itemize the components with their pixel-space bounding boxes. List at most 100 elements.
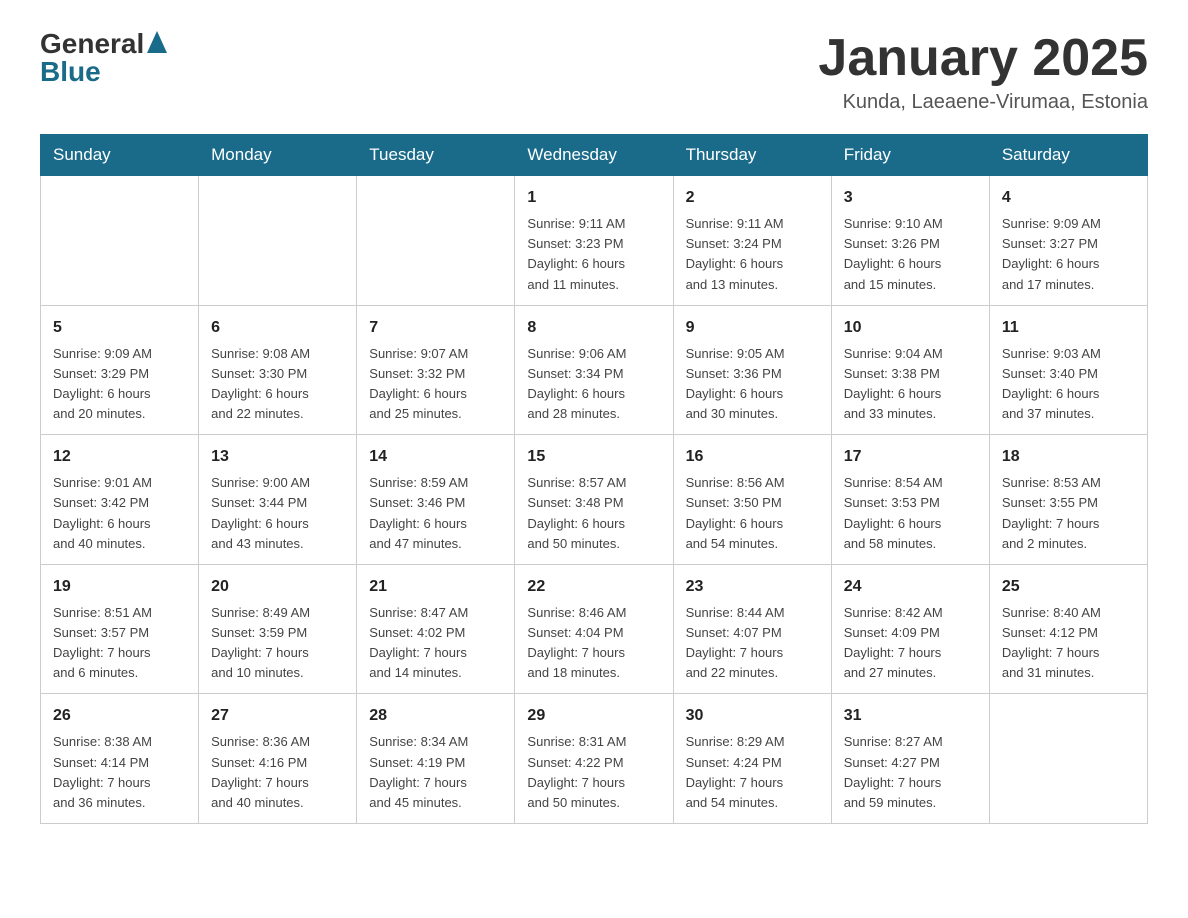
day-number: 5 (53, 316, 186, 340)
day-number: 28 (369, 704, 502, 728)
calendar-day-17: 17 Sunrise: 8:54 AMSunset: 3:53 PMDayligh… (831, 435, 989, 565)
day-number: 31 (844, 704, 977, 728)
day-info: Sunrise: 8:57 AMSunset: 3:48 PMDaylight:… (527, 473, 660, 554)
calendar-week-row: 1Sunrise: 9:11 AMSunset: 3:23 PMDaylight… (41, 176, 1148, 306)
calendar-day-18: 18 Sunrise: 8:53 AMSunset: 3:55 PMDayligh… (989, 435, 1147, 565)
day-info: Sunrise: 8:59 AMSunset: 3:46 PMDaylight:… (369, 473, 502, 554)
calendar-empty-cell (989, 694, 1147, 824)
day-number: 22 (527, 575, 660, 599)
calendar-header-sunday: Sunday (41, 135, 199, 176)
calendar-day-22: 22 Sunrise: 8:46 AMSunset: 4:04 PMDayligh… (515, 564, 673, 694)
calendar-week-row: 5 Sunrise: 9:09 AMSunset: 3:29 PMDaylight… (41, 305, 1148, 435)
calendar-day-20: 20 Sunrise: 8:49 AMSunset: 3:59 PMDayligh… (199, 564, 357, 694)
day-number: 19 (53, 575, 186, 599)
calendar-day-21: 21 Sunrise: 8:47 AMSunset: 4:02 PMDayligh… (357, 564, 515, 694)
day-number: 6 (211, 316, 344, 340)
calendar-day-29: 29 Sunrise: 8:31 AMSunset: 4:22 PMDayligh… (515, 694, 673, 824)
day-info: Sunrise: 8:27 AMSunset: 4:27 PMDaylight:… (844, 732, 977, 813)
day-info: Sunrise: 9:03 AMSunset: 3:40 PMDaylight:… (1002, 344, 1135, 425)
page-subtitle: Kunda, Laeaene-Virumaa, Estonia (818, 91, 1148, 114)
day-info: Sunrise: 9:06 AMSunset: 3:34 PMDaylight:… (527, 344, 660, 425)
day-number: 15 (527, 445, 660, 469)
day-info: Sunrise: 8:54 AMSunset: 3:53 PMDaylight:… (844, 473, 977, 554)
day-info: Sunrise: 9:09 AMSunset: 3:27 PMDaylight:… (1002, 214, 1135, 295)
day-number: 2 (686, 186, 819, 210)
day-number: 7 (369, 316, 502, 340)
calendar-day-1: 1Sunrise: 9:11 AMSunset: 3:23 PMDaylight… (515, 176, 673, 306)
page-header: General Blue January 2025 Kunda, Laeaene… (40, 30, 1148, 114)
calendar-day-8: 8 Sunrise: 9:06 AMSunset: 3:34 PMDaylight… (515, 305, 673, 435)
day-number: 9 (686, 316, 819, 340)
day-info: Sunrise: 8:44 AMSunset: 4:07 PMDaylight:… (686, 603, 819, 684)
calendar-day-4: 4Sunrise: 9:09 AMSunset: 3:27 PMDaylight… (989, 176, 1147, 306)
day-number: 13 (211, 445, 344, 469)
logo-general-text: General (40, 30, 144, 58)
day-number: 14 (369, 445, 502, 469)
day-info: Sunrise: 9:05 AMSunset: 3:36 PMDaylight:… (686, 344, 819, 425)
calendar-day-11: 11 Sunrise: 9:03 AMSunset: 3:40 PMDayligh… (989, 305, 1147, 435)
day-info: Sunrise: 9:00 AMSunset: 3:44 PMDaylight:… (211, 473, 344, 554)
calendar-day-10: 10 Sunrise: 9:04 AMSunset: 3:38 PMDayligh… (831, 305, 989, 435)
calendar-day-9: 9 Sunrise: 9:05 AMSunset: 3:36 PMDaylight… (673, 305, 831, 435)
calendar-day-5: 5 Sunrise: 9:09 AMSunset: 3:29 PMDaylight… (41, 305, 199, 435)
day-info: Sunrise: 9:01 AMSunset: 3:42 PMDaylight:… (53, 473, 186, 554)
day-info: Sunrise: 9:11 AMSunset: 3:24 PMDaylight:… (686, 214, 819, 295)
day-number: 27 (211, 704, 344, 728)
day-number: 8 (527, 316, 660, 340)
calendar-header-thursday: Thursday (673, 135, 831, 176)
calendar-day-24: 24 Sunrise: 8:42 AMSunset: 4:09 PMDayligh… (831, 564, 989, 694)
day-info: Sunrise: 8:49 AMSunset: 3:59 PMDaylight:… (211, 603, 344, 684)
calendar-header-tuesday: Tuesday (357, 135, 515, 176)
logo-blue-text: Blue (40, 58, 167, 86)
day-info: Sunrise: 8:31 AMSunset: 4:22 PMDaylight:… (527, 732, 660, 813)
day-number: 21 (369, 575, 502, 599)
title-block: January 2025 Kunda, Laeaene-Virumaa, Est… (818, 30, 1148, 114)
day-info: Sunrise: 8:38 AMSunset: 4:14 PMDaylight:… (53, 732, 186, 813)
calendar-day-23: 23Sunrise: 8:44 AMSunset: 4:07 PMDayligh… (673, 564, 831, 694)
calendar-day-2: 2 Sunrise: 9:11 AMSunset: 3:24 PMDaylight… (673, 176, 831, 306)
day-info: Sunrise: 8:46 AMSunset: 4:04 PMDaylight:… (527, 603, 660, 684)
calendar-empty-cell (41, 176, 199, 306)
day-number: 30 (686, 704, 819, 728)
day-info: Sunrise: 8:42 AMSunset: 4:09 PMDaylight:… (844, 603, 977, 684)
calendar-empty-cell (199, 176, 357, 306)
calendar-header-saturday: Saturday (989, 135, 1147, 176)
calendar-day-30: 30 Sunrise: 8:29 AMSunset: 4:24 PMDayligh… (673, 694, 831, 824)
calendar-table: SundayMondayTuesdayWednesdayThursdayFrid… (40, 134, 1148, 824)
day-info: Sunrise: 8:53 AMSunset: 3:55 PMDaylight:… (1002, 473, 1135, 554)
day-info: Sunrise: 8:47 AMSunset: 4:02 PMDaylight:… (369, 603, 502, 684)
calendar-day-6: 6Sunrise: 9:08 AMSunset: 3:30 PMDaylight… (199, 305, 357, 435)
day-info: Sunrise: 8:29 AMSunset: 4:24 PMDaylight:… (686, 732, 819, 813)
calendar-day-3: 3 Sunrise: 9:10 AMSunset: 3:26 PMDaylight… (831, 176, 989, 306)
day-info: Sunrise: 9:04 AMSunset: 3:38 PMDaylight:… (844, 344, 977, 425)
day-number: 20 (211, 575, 344, 599)
day-number: 18 (1002, 445, 1135, 469)
day-number: 26 (53, 704, 186, 728)
calendar-day-12: 12 Sunrise: 9:01 AMSunset: 3:42 PMDayligh… (41, 435, 199, 565)
day-number: 24 (844, 575, 977, 599)
calendar-header-row: SundayMondayTuesdayWednesdayThursdayFrid… (41, 135, 1148, 176)
day-info: Sunrise: 9:09 AMSunset: 3:29 PMDaylight:… (53, 344, 186, 425)
day-info: Sunrise: 9:10 AMSunset: 3:26 PMDaylight:… (844, 214, 977, 295)
page-title: January 2025 (818, 30, 1148, 87)
day-number: 12 (53, 445, 186, 469)
day-info: Sunrise: 8:36 AMSunset: 4:16 PMDaylight:… (211, 732, 344, 813)
day-info: Sunrise: 8:34 AMSunset: 4:19 PMDaylight:… (369, 732, 502, 813)
calendar-day-28: 28 Sunrise: 8:34 AMSunset: 4:19 PMDayligh… (357, 694, 515, 824)
calendar-day-31: 31 Sunrise: 8:27 AMSunset: 4:27 PMDayligh… (831, 694, 989, 824)
day-number: 17 (844, 445, 977, 469)
day-number: 16 (686, 445, 819, 469)
calendar-day-7: 7Sunrise: 9:07 AMSunset: 3:32 PMDaylight… (357, 305, 515, 435)
calendar-day-25: 25Sunrise: 8:40 AMSunset: 4:12 PMDayligh… (989, 564, 1147, 694)
day-number: 29 (527, 704, 660, 728)
calendar-day-14: 14 Sunrise: 8:59 AMSunset: 3:46 PMDayligh… (357, 435, 515, 565)
day-number: 11 (1002, 316, 1135, 340)
day-number: 3 (844, 186, 977, 210)
day-number: 10 (844, 316, 977, 340)
day-info: Sunrise: 8:51 AMSunset: 3:57 PMDaylight:… (53, 603, 186, 684)
calendar-day-16: 16Sunrise: 8:56 AMSunset: 3:50 PMDayligh… (673, 435, 831, 565)
logo-triangle-icon (147, 31, 167, 53)
calendar-day-13: 13 Sunrise: 9:00 AMSunset: 3:44 PMDayligh… (199, 435, 357, 565)
calendar-week-row: 12 Sunrise: 9:01 AMSunset: 3:42 PMDayligh… (41, 435, 1148, 565)
logo: General Blue (40, 30, 167, 86)
